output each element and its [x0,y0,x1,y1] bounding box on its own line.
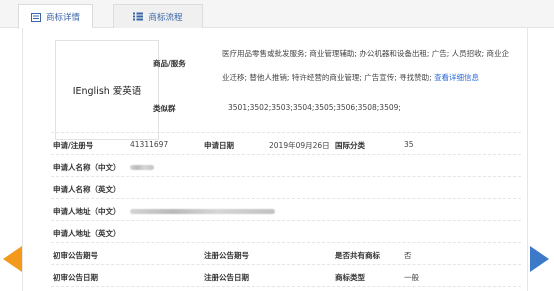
reg-no-label: 申请/注册号 [53,141,94,150]
intl-class-label: 国际分类 [335,141,365,150]
tab-bar: 商标详情 商标流程 [0,0,554,29]
divider [51,220,521,221]
divider [51,176,521,177]
applicant-en-label: 申请人名称（英文） [53,185,121,194]
tab-label: 商标详情 [45,13,80,23]
tab-label: 商标流程 [148,12,183,23]
tab-trademark-detail[interactable]: 商标详情 [18,4,93,29]
divider [51,264,521,265]
goods-services-label: 商品/服务 [153,59,186,68]
divider [51,132,521,133]
address-cn-label: 申请人地址（中文） [53,207,121,216]
mark-type-value: 一般 [404,273,419,282]
address-cn-redacted [130,206,275,215]
similar-group-label: 类似群 [153,104,176,113]
prev-arrow-icon[interactable] [3,246,22,272]
flow-list-icon [133,12,144,21]
detail-panel: IEnglish 爱英语 商品/服务 医疗用品零售或批发服务; 商业管理辅助; … [22,28,528,291]
tab-trademark-flow[interactable]: 商标流程 [113,4,203,28]
reg-pub-date-label: 注册公告日期 [204,273,249,282]
applicant-cn-redacted [130,162,154,171]
similar-group-value: 3501;3502;3503;3504;3505;3506;3508;3509; [228,103,401,112]
reg-no-value: 41311697 [130,140,169,149]
app-date-label: 申请日期 [204,141,234,150]
app-date-value: 2019年09月26日 [269,141,330,150]
shared-mark-value: 否 [404,251,412,260]
trademark-logo: IEnglish 爱英语 [55,40,159,140]
divider [51,242,521,243]
address-en-label: 申请人地址（英文） [53,229,121,238]
mark-type-label: 商标类型 [335,273,365,282]
next-arrow-icon[interactable] [530,246,549,272]
reg-pub-no-label: 注册公告期号 [204,251,249,260]
divider [51,286,521,287]
prelim-pub-no-label: 初审公告期号 [53,251,98,260]
divider [51,198,521,199]
goods-services-text: 医疗用品零售或批发服务; 商业管理辅助; 办公机器和设备出租; 广告; 人员招收… [222,42,512,90]
applicant-cn-label: 申请人名称（中文） [53,163,121,172]
prelim-pub-date-label: 初审公告日期 [53,273,98,282]
intl-class-value: 35 [404,140,414,149]
divider [51,154,521,155]
shared-mark-label: 是否共有商标 [335,251,380,260]
view-details-link[interactable]: 查看详细信息 [434,73,479,82]
detail-list-icon [30,12,41,22]
